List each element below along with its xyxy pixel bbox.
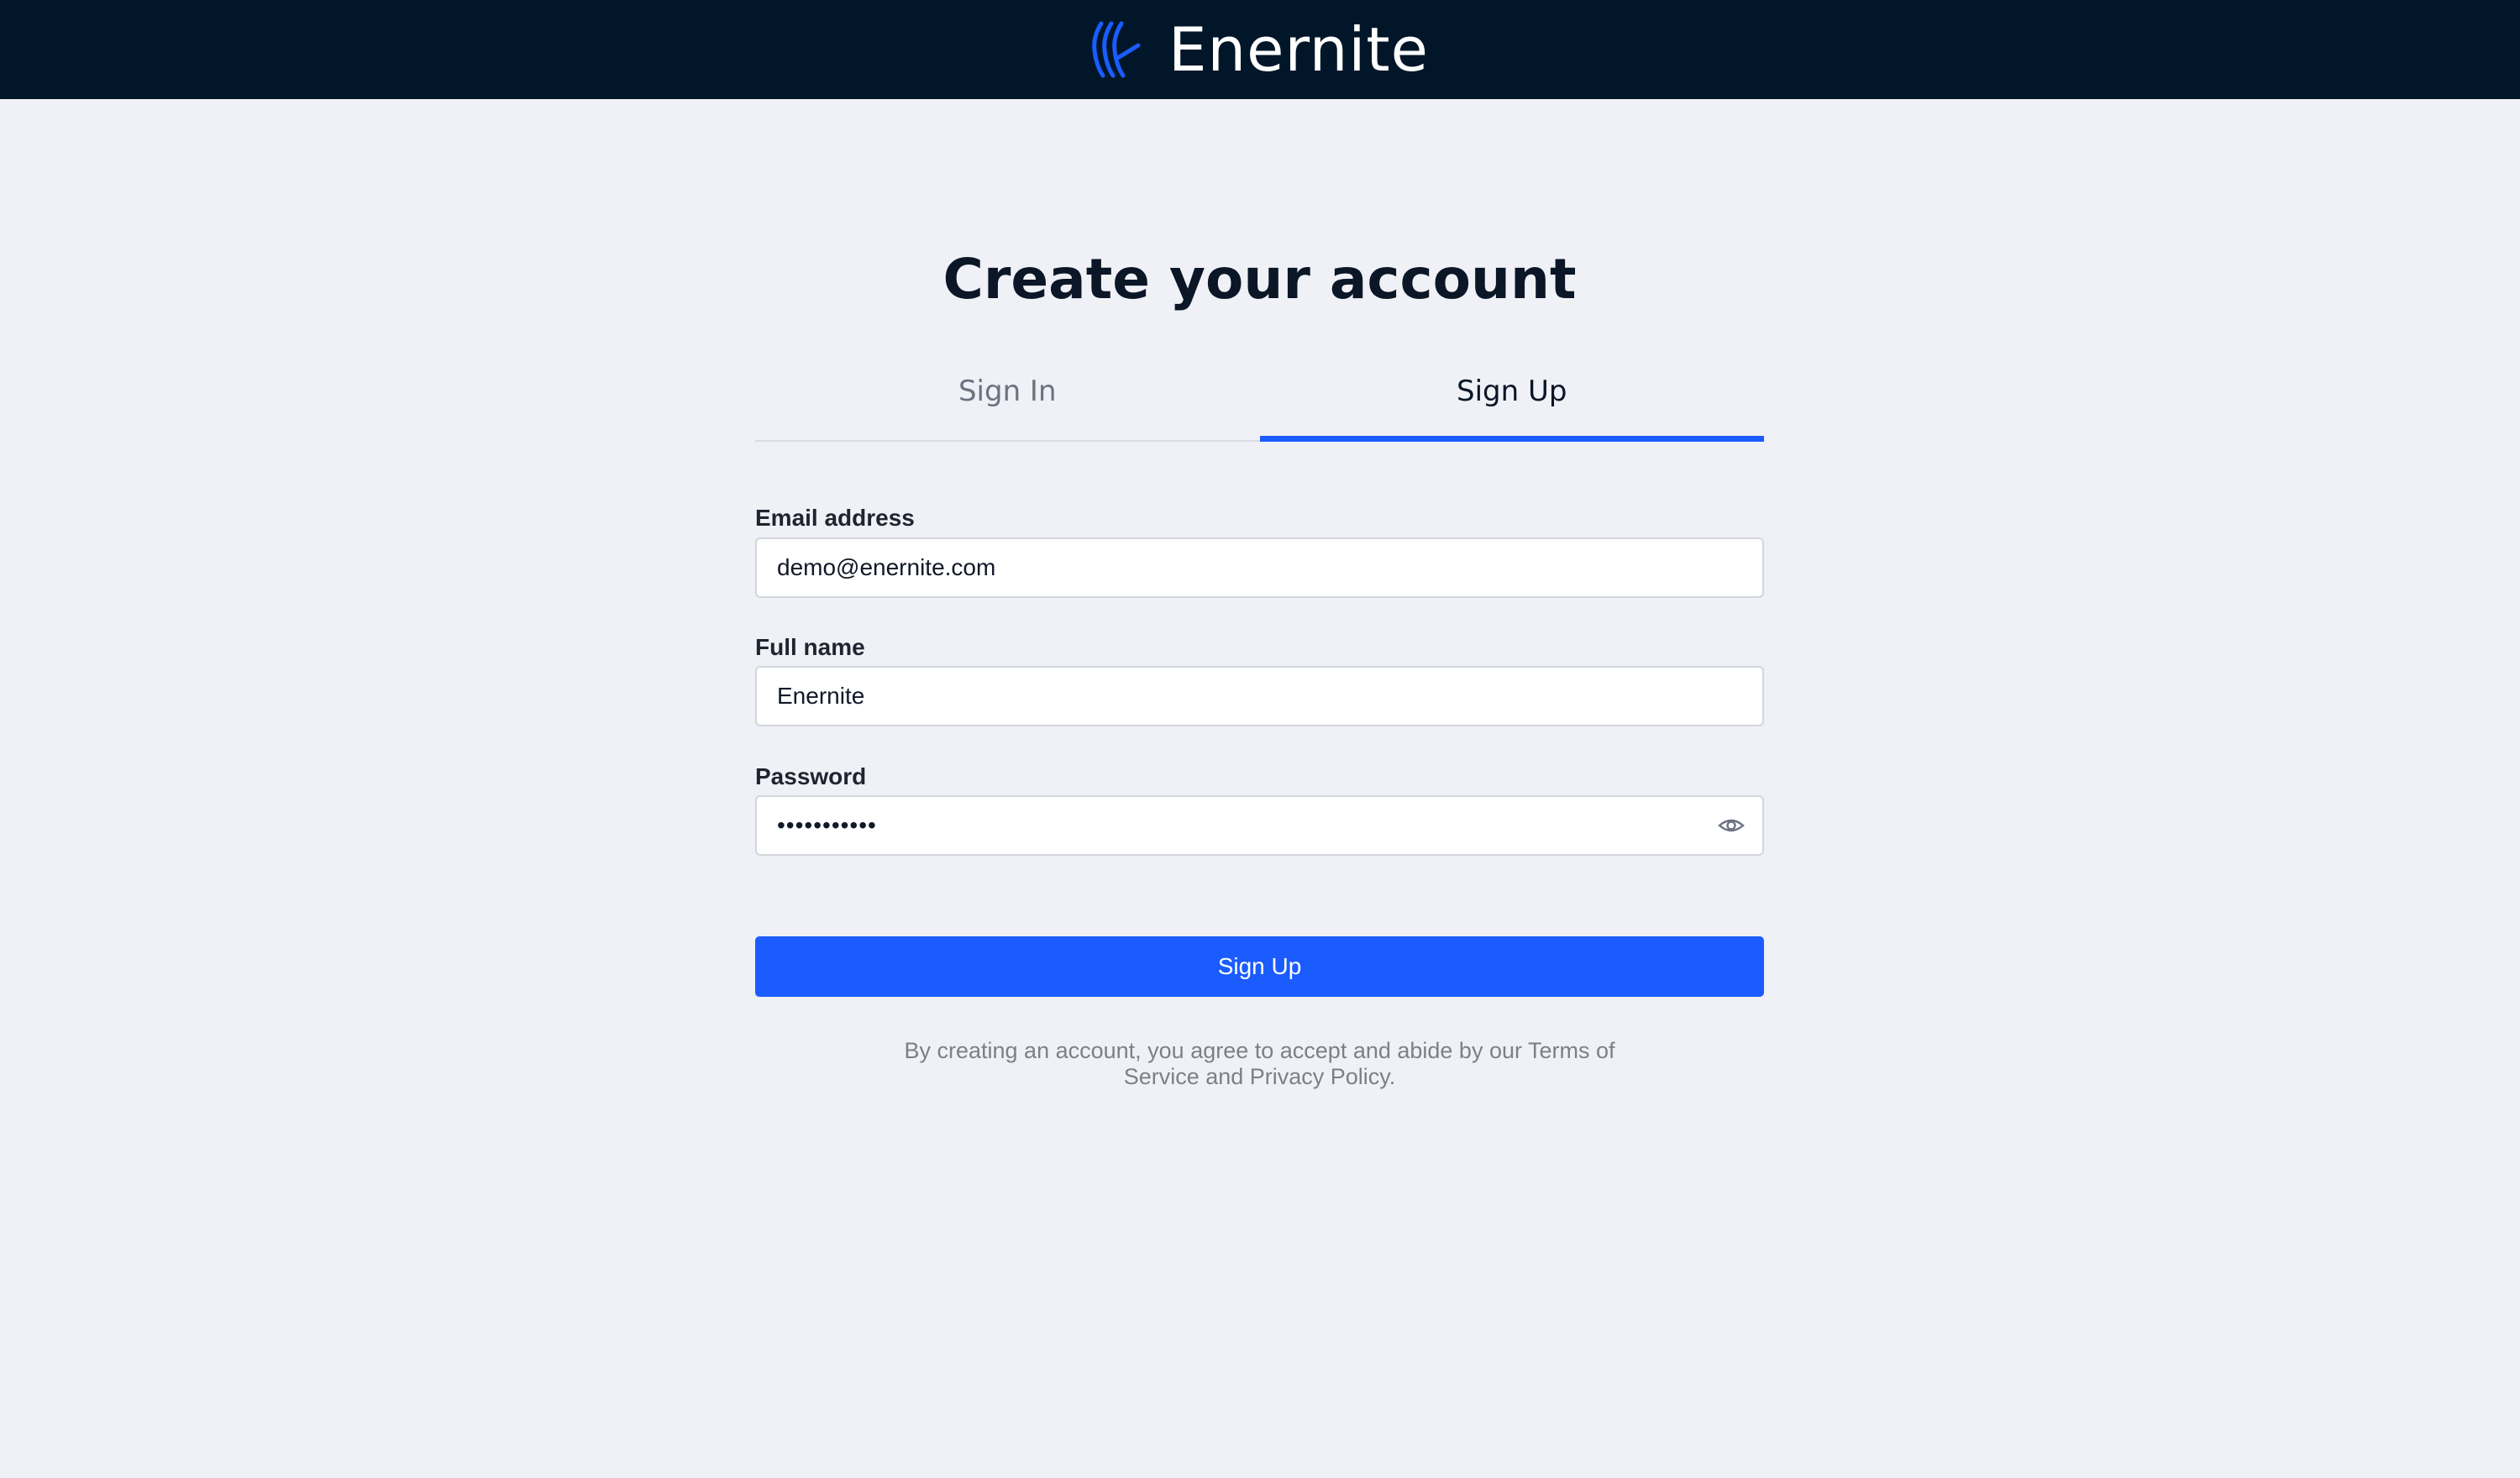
email-field[interactable]: demo@enernite.com — [755, 537, 1764, 598]
email-label: Email address — [755, 505, 915, 531]
top-header-bar: Enernite — [0, 0, 2520, 99]
password-label: Password — [755, 763, 867, 789]
tab-sign-in[interactable]: Sign In — [755, 361, 1260, 440]
password-field[interactable]: ••••••••••• — [755, 795, 1764, 856]
full-name-label: Full name — [755, 634, 865, 660]
terms-text: By creating an account, you agree to acc… — [904, 1038, 1615, 1089]
eye-icon[interactable] — [1717, 811, 1746, 840]
brand-name: Enernite — [1168, 14, 1429, 85]
enernite-logo-icon — [1091, 20, 1143, 79]
page-title: Create your account — [942, 247, 1577, 312]
brand[interactable]: Enernite — [1091, 14, 1429, 85]
sign-up-button[interactable]: Sign Up — [755, 936, 1764, 997]
full-name-field[interactable]: Enernite — [755, 666, 1764, 726]
password-value: ••••••••••• — [777, 812, 877, 838]
tab-sign-up[interactable]: Sign Up — [1259, 361, 1765, 442]
email-value: demo@enernite.com — [777, 554, 996, 580]
auth-tabs: Sign In Sign Up — [755, 361, 1764, 442]
full-name-value: Enernite — [777, 683, 865, 709]
